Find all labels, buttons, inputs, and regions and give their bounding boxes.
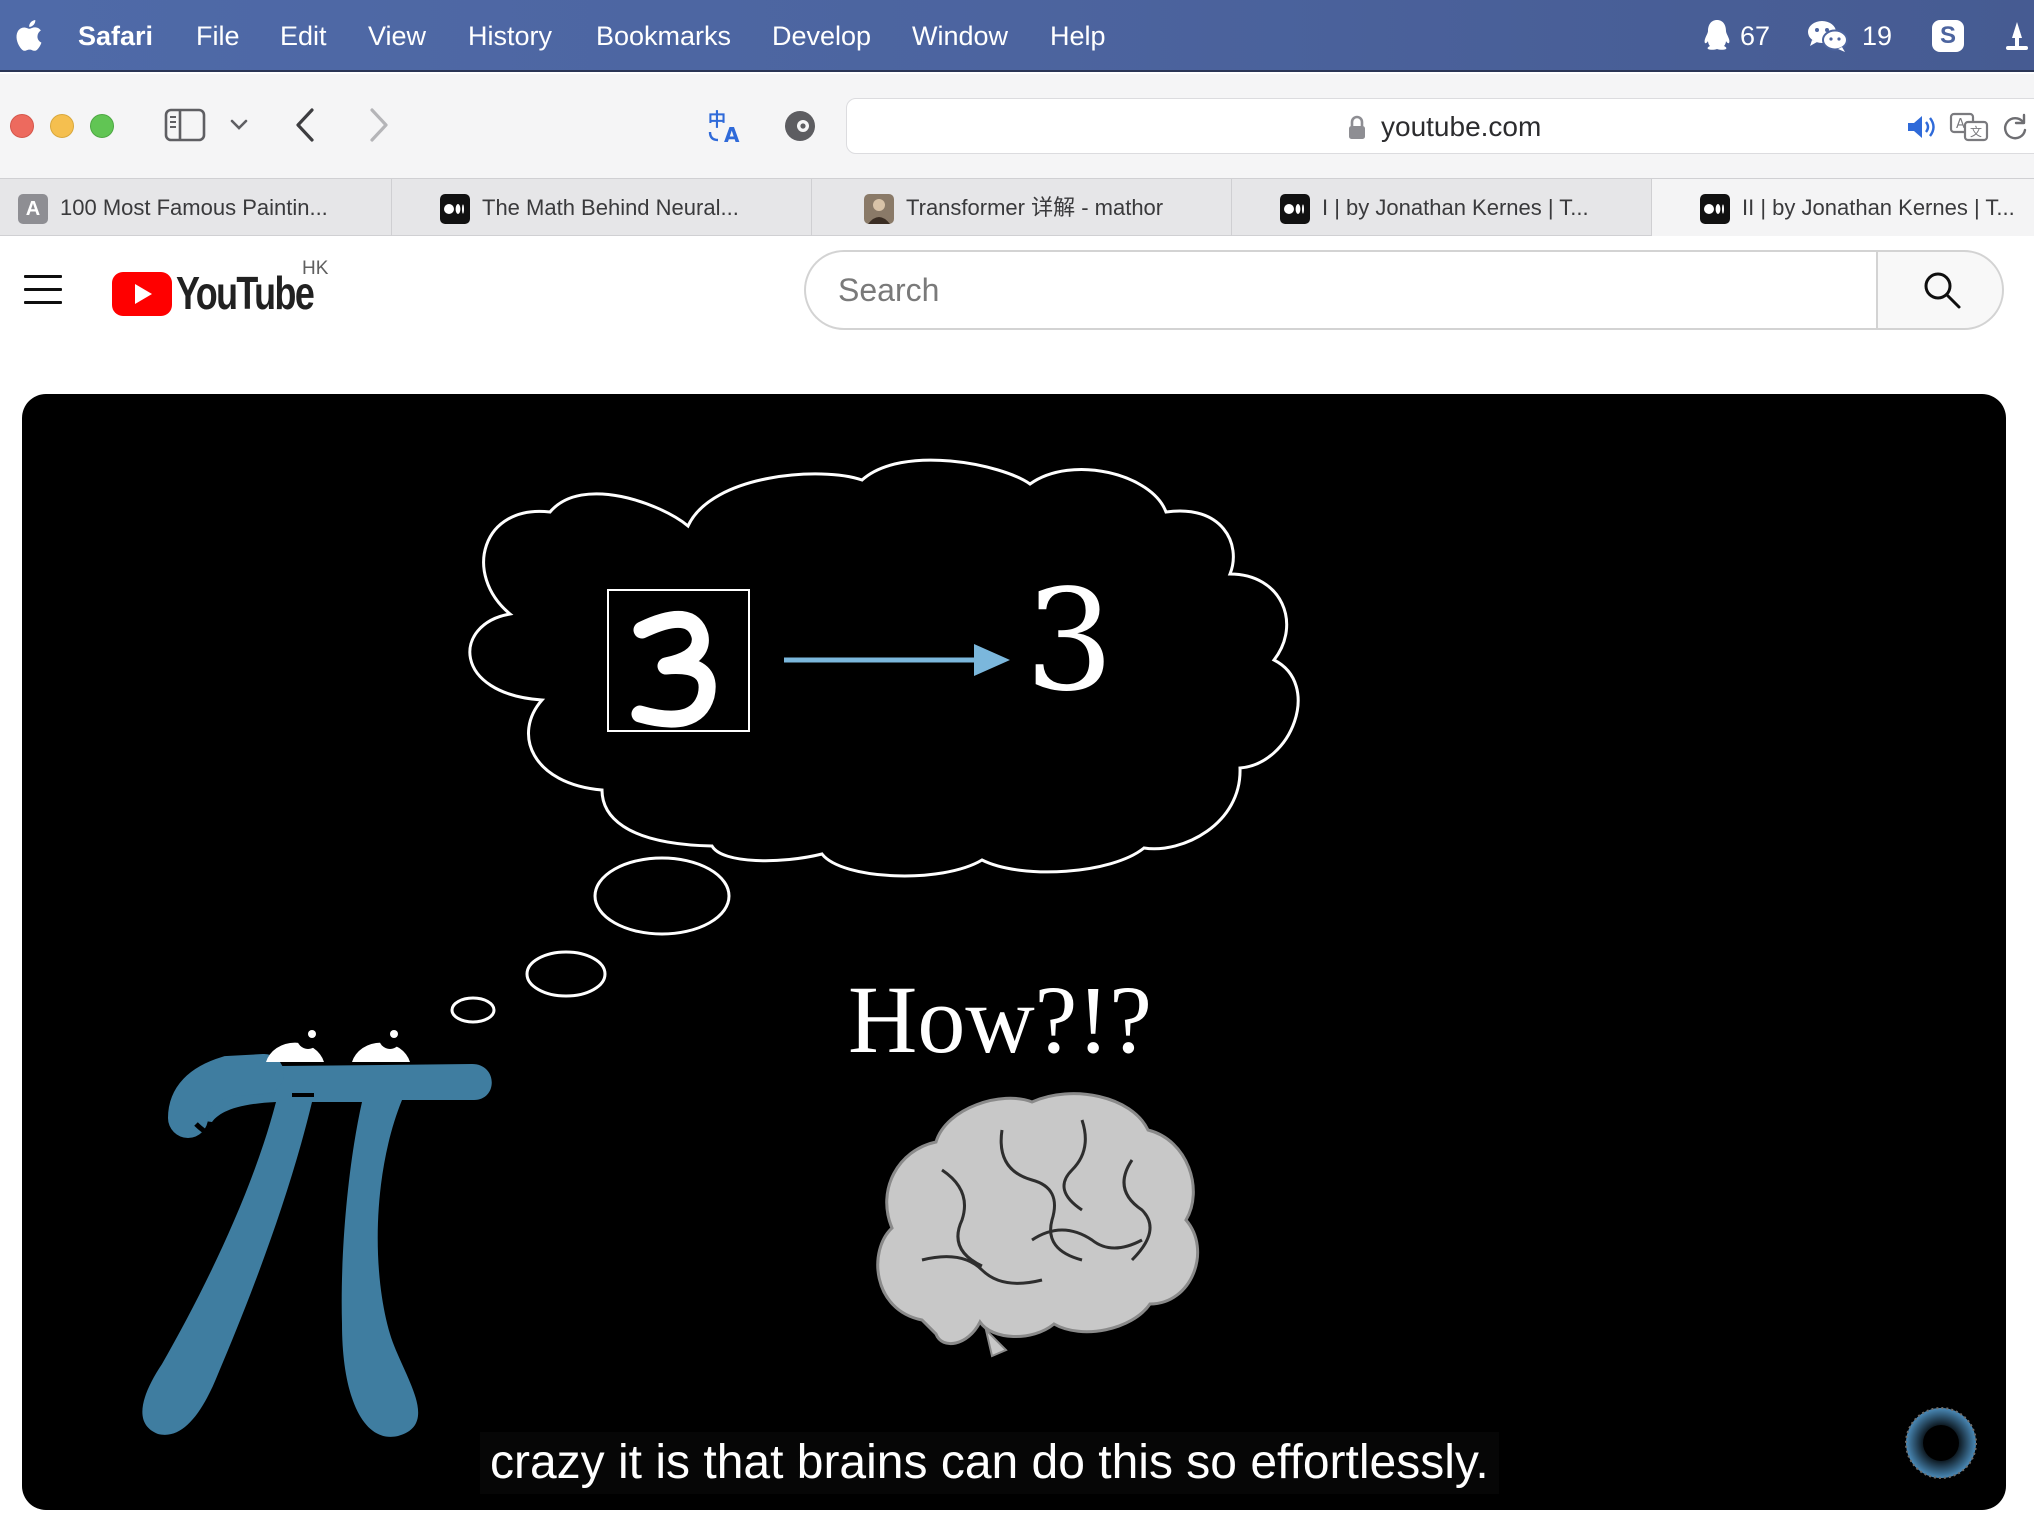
wechat-status-item[interactable]: 19	[1806, 0, 1892, 72]
s-app-letter: S	[1939, 22, 1956, 49]
lamp-icon	[2006, 22, 2028, 50]
back-arrow-icon[interactable]	[294, 106, 318, 144]
s-app-icon: S	[1932, 20, 1964, 52]
play-logo-icon	[112, 272, 172, 316]
window-zoom-button[interactable]	[90, 114, 114, 138]
chevron-down-icon[interactable]	[230, 118, 248, 132]
tab-paintings[interactable]: A 100 Most Famous Paintin...	[0, 179, 392, 237]
svg-text:A: A	[724, 123, 740, 146]
tab-title: II | by Jonathan Kernes | T...	[1742, 195, 2015, 220]
s-status-item[interactable]: S	[1932, 0, 1964, 72]
svg-text:A: A	[1956, 117, 1965, 132]
hamburger-menu-icon[interactable]	[24, 275, 62, 305]
video-player[interactable]: 3 How?!? crazy it is that brains can do …	[22, 394, 2006, 1510]
portrait-icon	[864, 194, 894, 224]
translate-icon[interactable]: 中 A	[706, 106, 746, 146]
medium-icon	[440, 194, 470, 224]
search-box	[804, 250, 1878, 330]
menu-window[interactable]: Window	[912, 0, 1008, 72]
menu-view[interactable]: View	[368, 0, 426, 72]
tab-title: Transformer 详解 - mathor	[906, 195, 1164, 220]
search-input[interactable]	[838, 252, 1838, 328]
wechat-count: 19	[1862, 20, 1893, 51]
apple-menu-icon[interactable]	[12, 16, 48, 54]
svg-text:文: 文	[1970, 124, 1982, 139]
url-text: youtube.com	[1381, 111, 1542, 142]
tab-title: The Math Behind Neural...	[482, 195, 739, 220]
thought-cloud	[468, 458, 1300, 878]
tab-transformer[interactable]: Transformer 详解 - mathor	[812, 179, 1232, 237]
menu-safari[interactable]: Safari	[78, 0, 153, 72]
region-code: HK	[302, 258, 329, 279]
caption-box: crazy it is that brains can do this so e…	[480, 1432, 1499, 1494]
speaker-icon[interactable]	[1905, 113, 1939, 141]
loading-spinner-icon	[1905, 1407, 1977, 1479]
reload-icon[interactable]	[2001, 113, 2029, 141]
macos-menu-bar: Safari File Edit View History Bookmarks …	[0, 0, 2034, 72]
tab-favicon-letter: A	[25, 198, 41, 220]
wechat-icon	[1808, 21, 1848, 52]
medium-icon	[1280, 194, 1310, 224]
pi-creature	[142, 1027, 492, 1437]
thought-bubble-large	[593, 856, 731, 936]
tab-bar: A 100 Most Famous Paintin... The Math Be…	[0, 178, 2034, 237]
menu-bookmarks[interactable]: Bookmarks	[596, 0, 731, 72]
menu-develop[interactable]: Develop	[772, 0, 871, 72]
menu-history[interactable]: History	[468, 0, 552, 72]
menu-edit[interactable]: Edit	[280, 0, 327, 72]
tab-title: I | by Jonathan Kernes | T...	[1322, 195, 1589, 220]
tab-title: 100 Most Famous Paintin...	[60, 195, 328, 220]
sidebar-toggle-icon[interactable]	[164, 108, 206, 142]
qq-count: 67	[1740, 20, 1771, 51]
translate-page-icon[interactable]: A 文	[1949, 111, 1989, 143]
lock-icon	[1349, 115, 1365, 139]
extra-status-item[interactable]	[2000, 0, 2034, 72]
search-button[interactable]	[1876, 250, 2004, 330]
letter-a-icon: A	[18, 194, 48, 224]
how-question-text: How?!?	[848, 966, 1152, 1073]
recognized-digit: 3	[1025, 560, 1115, 723]
search-icon	[1924, 272, 1961, 309]
medium-icon	[1700, 194, 1730, 224]
forward-arrow-icon[interactable]	[366, 106, 390, 144]
extension-icon[interactable]	[782, 108, 818, 144]
youtube-wordmark: YouTube	[176, 267, 315, 319]
thought-bubble-medium	[525, 950, 607, 998]
qq-status-item[interactable]: 67	[1702, 0, 1770, 72]
menu-file[interactable]: File	[196, 0, 240, 72]
tab-math-neural[interactable]: The Math Behind Neural...	[392, 179, 812, 237]
penguin-icon	[1704, 20, 1730, 50]
caption-text: crazy it is that brains can do this so e…	[490, 1436, 1489, 1489]
window-minimize-button[interactable]	[50, 114, 74, 138]
brain-icon	[876, 1092, 1200, 1358]
tab-kernes-2[interactable]: II | by Jonathan Kernes | T...	[1652, 179, 2034, 237]
address-bar[interactable]: youtube.com A 文	[846, 98, 2034, 154]
window-close-button[interactable]	[10, 114, 34, 138]
tab-kernes-1[interactable]: I | by Jonathan Kernes | T...	[1232, 179, 1652, 237]
thought-bubble-small	[450, 996, 496, 1024]
menu-help[interactable]: Help	[1050, 0, 1106, 72]
video-frame	[142, 458, 1300, 1437]
